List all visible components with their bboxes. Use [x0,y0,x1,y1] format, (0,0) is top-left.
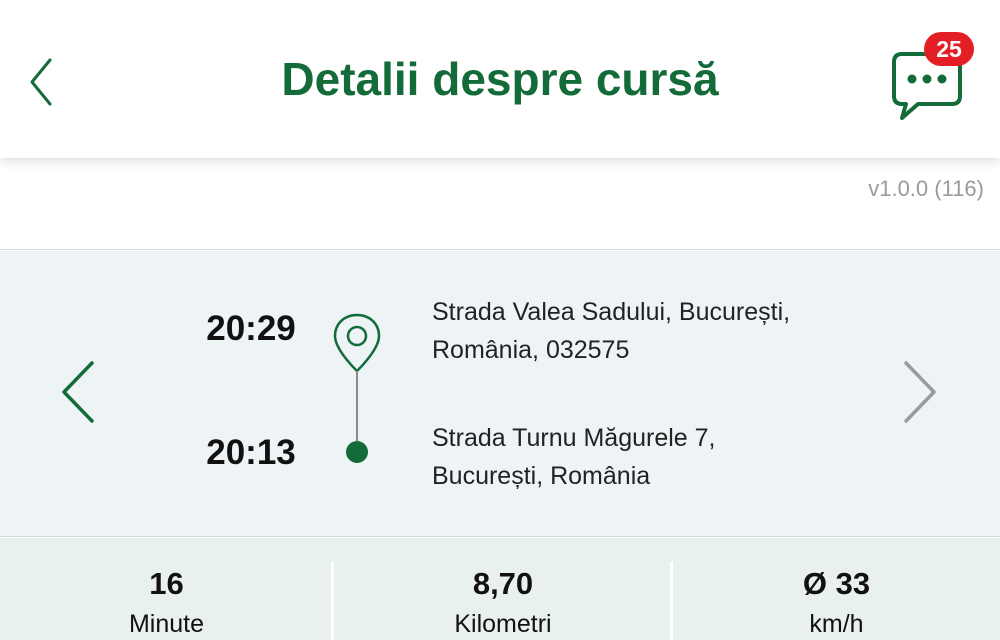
version-area: v1.0.0 (116) [0,158,1000,250]
app-version: v1.0.0 (116) [868,176,984,201]
stat-label: Kilometri [454,610,552,638]
chat-badge: 25 [924,32,974,66]
app-header: Detalii despre cursă 25 [0,0,1000,158]
stat-average-speed: Ø 33 km/h [673,538,1000,640]
start-address-line: Strada Valea Sadului, București, [432,298,791,326]
stat-label: km/h [809,610,864,638]
location-pin-icon [333,313,381,373]
stat-duration: 16 Minute [0,538,333,640]
stat-distance: 8,70 Kilometri [334,538,672,640]
end-address-line: Strada Turnu Măgurele 7, [432,424,716,452]
chevron-right-icon [904,361,936,423]
route-line [333,313,381,463]
trip-panel: 20:29 20:13 Strada Valea Sadului, Bucure… [0,251,1000,537]
stat-label: Minute [128,610,205,638]
destination-dot-icon [346,441,368,463]
page-title: Detalii despre cursă [281,53,719,105]
stat-value: 8,70 [472,566,534,601]
trip-stats: 16 Minute 8,70 Kilometri Ø 33 km/h [0,538,1000,640]
chevron-left-icon [62,361,94,423]
end-address: Strada Turnu Măgurele 7, București, Româ… [432,419,862,495]
start-address: Strada Valea Sadului, București, România… [432,293,862,369]
stat-value: Ø 33 [802,566,871,601]
start-time: 20:29 [206,309,296,348]
next-trip-button[interactable] [898,357,942,427]
end-time: 20:13 [206,433,296,472]
end-address-line: București, România [432,462,651,490]
previous-trip-button[interactable] [56,357,100,427]
start-address-line: România, 032575 [432,336,630,364]
stat-value: 16 [149,566,184,601]
